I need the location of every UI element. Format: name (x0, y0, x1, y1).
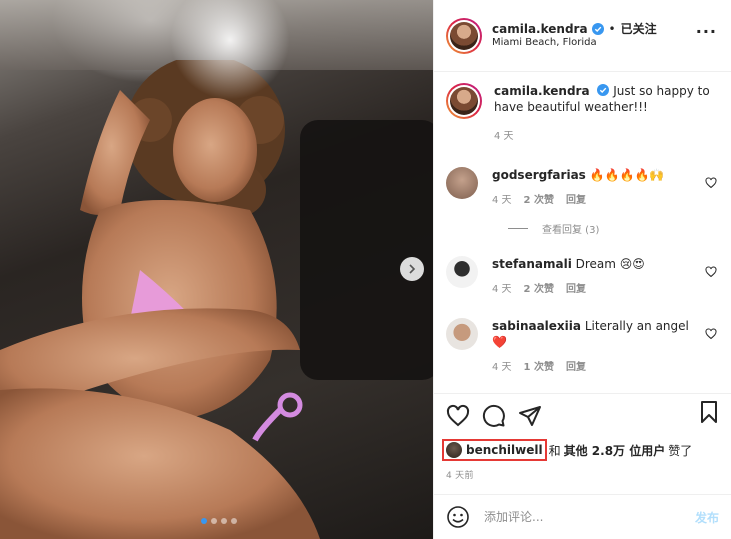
likes-summary: benchilwell 和 其他 2.8万 位用户 赞了 (442, 439, 719, 461)
likes-others[interactable]: 其他 2.8万 位用户 (564, 442, 666, 459)
reply-button[interactable]: 回复 (566, 360, 586, 376)
emoji-icon[interactable] (446, 505, 470, 529)
comment-text: Dream 😢😍 (575, 257, 645, 271)
comment-likes[interactable]: 1 次赞 (524, 360, 554, 376)
liker-highlight[interactable]: benchilwell (442, 439, 547, 461)
liker-username[interactable]: benchilwell (466, 443, 543, 457)
header-separator: • (608, 21, 616, 36)
caption-username[interactable]: camila.kendra (494, 84, 590, 98)
view-replies-button[interactable]: 查看回复 (3) (508, 221, 719, 236)
commenter-avatar[interactable] (446, 256, 478, 288)
verified-icon (591, 23, 604, 36)
posted-time[interactable]: 4 天前 (446, 468, 719, 481)
post-side-panel: camila.kendra • 已关注 Miami Beach, Florida… (433, 0, 731, 539)
caption-avatar[interactable] (446, 83, 482, 119)
comment-time[interactable]: 4 天 (492, 282, 512, 298)
author-avatar[interactable] (446, 17, 482, 54)
comment-likes[interactable]: 2 次赞 (524, 282, 554, 298)
post-caption: camila.kendra Just so happy to have beau… (446, 83, 719, 145)
commenter-username[interactable]: sabinaalexiia (492, 319, 581, 333)
verified-icon (597, 84, 610, 96)
comment-item: godsergfarias 🔥🔥🔥🔥🙌 4 天 2 次赞 回复 (446, 167, 719, 209)
carousel-dot[interactable] (201, 518, 207, 524)
comments-list[interactable]: camila.kendra Just so happy to have beau… (434, 73, 731, 393)
author-username[interactable]: camila.kendra (492, 22, 588, 37)
heart-icon[interactable] (705, 328, 717, 340)
caption-time: 4 天 (494, 131, 514, 142)
carousel-dot[interactable] (221, 518, 227, 524)
chevron-right-icon (409, 264, 416, 274)
comment-text: 🔥🔥🔥🔥🙌 (589, 168, 665, 182)
likes-suffix: 赞了 (668, 443, 693, 458)
view-replies-label: 查看回复 (3) (542, 225, 600, 236)
likes-conj: 和 (548, 443, 561, 458)
commenter-avatar[interactable] (446, 318, 478, 350)
more-icon[interactable]: ··· (696, 22, 717, 41)
post-comment-button[interactable]: 发布 (695, 509, 719, 526)
photo-figure (0, 60, 320, 539)
post-photo[interactable] (0, 0, 433, 539)
comment-input[interactable] (484, 510, 674, 524)
reply-button[interactable]: 回复 (566, 193, 586, 209)
comment-icon[interactable] (482, 404, 506, 428)
share-icon[interactable] (518, 404, 542, 428)
carousel-dots (201, 518, 237, 524)
comment-item: sabinaalexiia Literally an angel❤️ 4 天 1… (446, 318, 719, 376)
commenter-username[interactable]: stefanamali (492, 257, 572, 271)
carousel-next-button[interactable] (400, 257, 424, 281)
comment-likes[interactable]: 2 次赞 (524, 193, 554, 209)
add-comment-bar: 发布 (434, 494, 731, 539)
bookmark-icon[interactable] (697, 400, 721, 424)
carousel-dot[interactable] (231, 518, 237, 524)
heart-icon[interactable] (705, 266, 717, 278)
comment-time[interactable]: 4 天 (492, 360, 512, 376)
carousel-dot[interactable] (211, 518, 217, 524)
heart-icon[interactable] (705, 177, 717, 189)
reply-button[interactable]: 回复 (566, 282, 586, 298)
post-header: camila.kendra • 已关注 Miami Beach, Florida… (434, 0, 731, 72)
commenter-username[interactable]: godsergfarias (492, 168, 586, 182)
liker-avatar[interactable] (446, 442, 462, 458)
follow-status-button[interactable]: 已关注 (621, 22, 657, 37)
post-actions: benchilwell 和 其他 2.8万 位用户 赞了 4 天前 (434, 393, 731, 507)
comment-time[interactable]: 4 天 (492, 193, 512, 209)
commenter-avatar[interactable] (446, 167, 478, 199)
comment-item: stefanamali Dream 😢😍 4 天 2 次赞 回复 (446, 256, 719, 298)
heart-icon[interactable] (446, 404, 470, 428)
post-location[interactable]: Miami Beach, Florida (492, 37, 657, 50)
